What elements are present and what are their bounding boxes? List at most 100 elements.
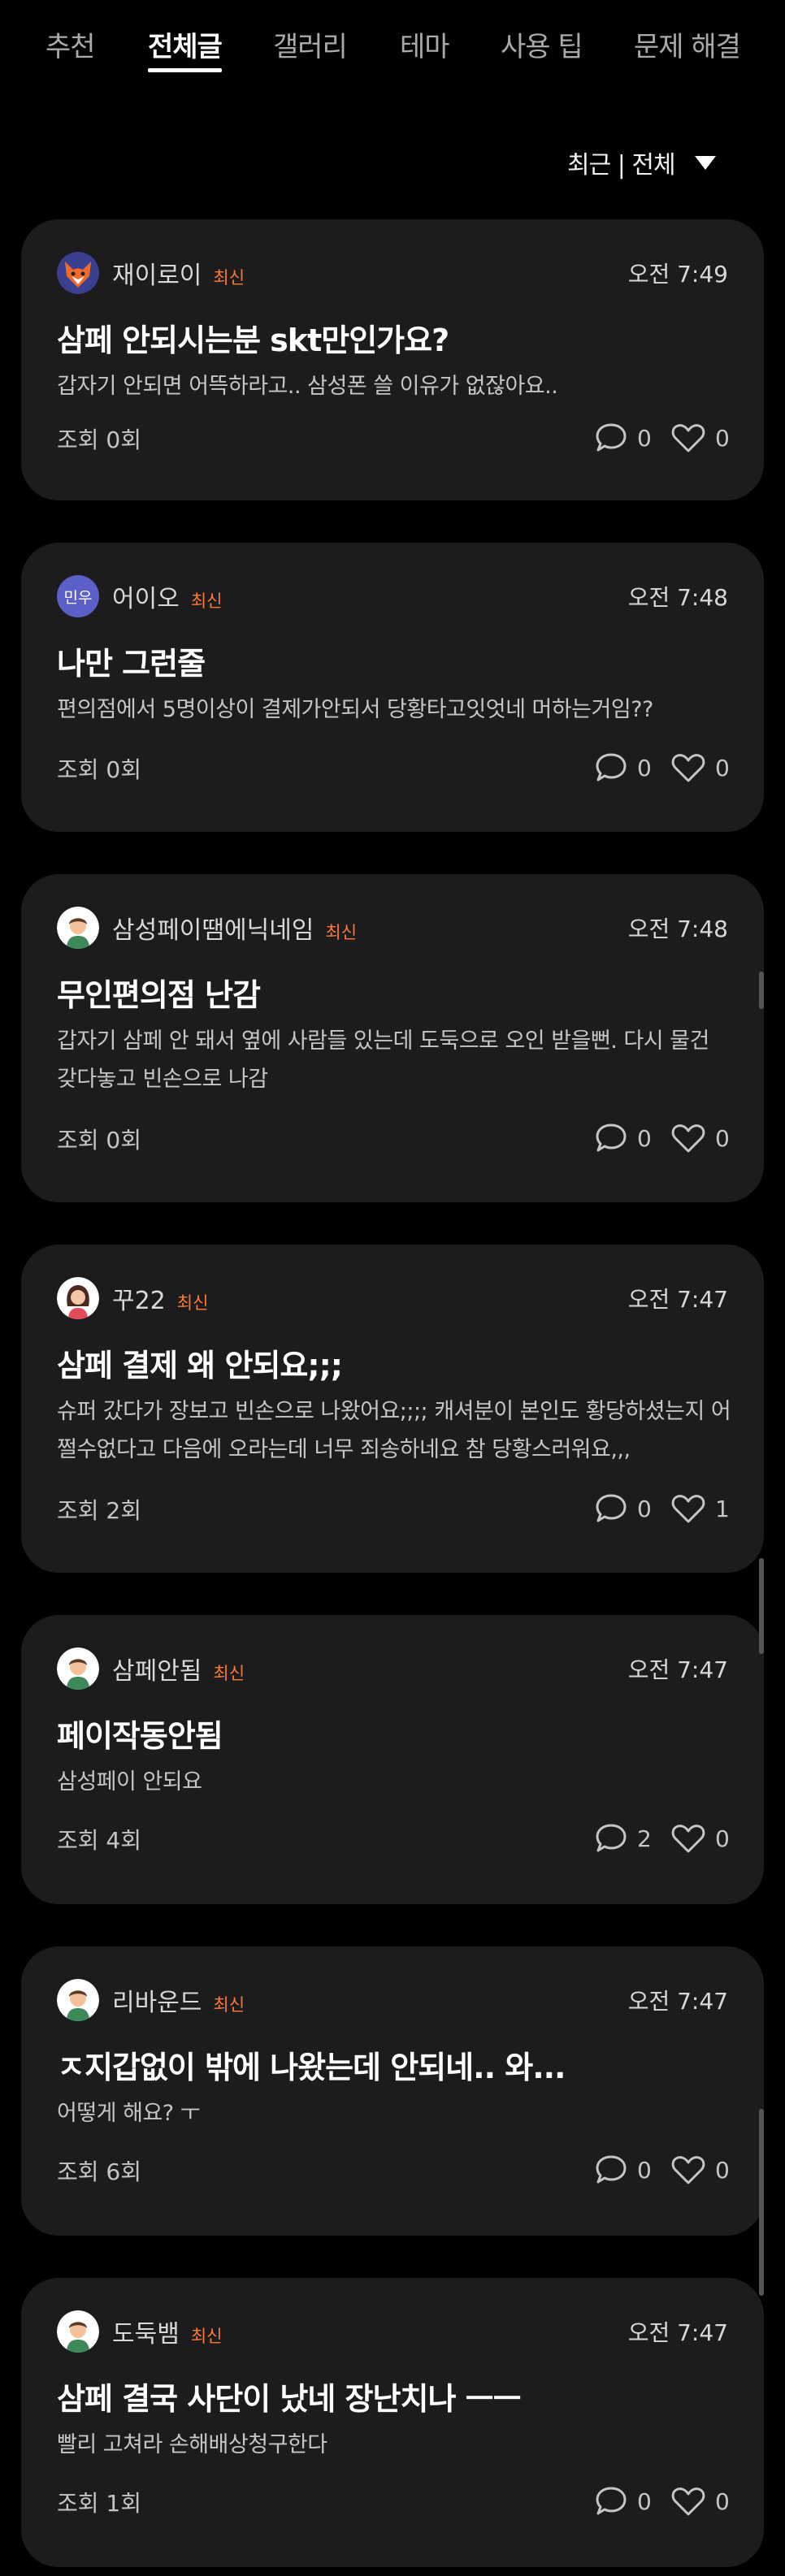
post-time: 오전 7:48: [627, 584, 728, 611]
like-count: 0: [715, 1825, 730, 1852]
new-badge: 최신: [213, 268, 245, 288]
comment-icon[interactable]: [595, 2154, 627, 2185]
post-title: 무인편의점 난감: [57, 977, 261, 1013]
post-card[interactable]: 꾸22 최신 오전 7:47 삼페 결제 왜 안되요;;; 슈퍼 갔다가 장보고 …: [21, 1245, 764, 1573]
tab-troubleshooting[interactable]: 문제 해결: [634, 24, 741, 64]
post-time: 오전 7:47: [627, 1656, 728, 1683]
initial-avatar: 민우: [57, 575, 99, 617]
heart-icon[interactable]: [671, 2486, 705, 2517]
post-preview: 삼성페이 안되요: [57, 1769, 202, 1795]
view-count: 조회 0회: [57, 756, 141, 783]
new-badge: 최신: [190, 2327, 223, 2346]
tab-gallery[interactable]: 갤러리: [273, 24, 348, 64]
comment-count: 0: [637, 2156, 652, 2184]
comment-count: 0: [637, 2487, 652, 2515]
post-time: 오전 7:47: [627, 2319, 728, 2346]
heart-icon[interactable]: [671, 1823, 705, 1854]
comment-count: 0: [637, 1495, 652, 1522]
view-count: 조회 2회: [57, 1497, 141, 1524]
scrollbar-indicator[interactable]: [759, 1558, 764, 1654]
author-name: 꾸22 최신: [112, 1287, 209, 1315]
post-stats: 0 0: [595, 1123, 730, 1154]
post-preview: 갑자기 삼페 안 돼서 옆에 사람들 있는데 도둑으로 오인 받을뻔. 다시 물…: [57, 1028, 709, 1092]
post-stats: 0 0: [595, 752, 730, 783]
view-count: 조회 1회: [57, 2490, 141, 2517]
scrollbar-indicator[interactable]: [759, 972, 764, 1009]
comment-count: 2: [637, 1825, 652, 1852]
post-card[interactable]: 민우 어이오 최신 오전 7:48 나만 그런줄 편의점에서 5명이상이 결제가안…: [21, 543, 764, 832]
new-badge: 최신: [325, 923, 358, 942]
comment-count: 0: [637, 754, 652, 781]
post-time: 오전 7:48: [627, 916, 728, 942]
post-stats: 0 1: [595, 1493, 730, 1524]
heart-icon[interactable]: [671, 752, 705, 783]
post-title: 삼페 결제 왜 안되요;;;: [57, 1348, 343, 1383]
new-badge: 최신: [213, 1995, 245, 2015]
like-count: 0: [715, 424, 730, 452]
heart-icon[interactable]: [671, 422, 705, 453]
post-card[interactable]: 재이로이 최신 오전 7:49 삼페 안되시는분 skt만인가요? 갑자기 안되면…: [21, 219, 764, 500]
like-count: 1: [715, 1495, 730, 1522]
view-count: 조회 0회: [57, 426, 141, 453]
post-card[interactable]: 도둑뱀 최신 오전 7:47 삼페 결국 사단이 났네 장난치나 ㅡㅡ 빨리 고쳐…: [21, 2278, 764, 2567]
post-stats: 0 0: [595, 2154, 730, 2185]
like-count: 0: [715, 2156, 730, 2184]
caret-down-icon: [694, 155, 716, 170]
post-time: 오전 7:47: [627, 1286, 728, 1313]
man-avatar: [57, 1979, 99, 2021]
comment-count: 0: [637, 424, 652, 452]
author-name: 도둑뱀 최신: [112, 2320, 223, 2349]
post-title: 삼페 결국 사단이 났네 장난치나 ㅡㅡ: [57, 2381, 522, 2417]
new-badge: 최신: [213, 1664, 245, 1683]
post-stats: 0 0: [595, 422, 730, 453]
post-preview: 갑자기 안되면 어뜩하라고.. 삼성폰 쓸 이유가 없잖아요..: [57, 374, 558, 399]
post-time: 오전 7:47: [627, 1988, 728, 2015]
post-stats: 0 0: [595, 2486, 730, 2517]
post-card[interactable]: 리바운드 최신 오전 7:47 ㅈ지갑없이 밖에 나왔는데 안되네.. 와... …: [21, 1946, 764, 2236]
heart-icon[interactable]: [671, 1493, 705, 1524]
comment-count: 0: [637, 1124, 652, 1152]
new-badge: 최신: [176, 1293, 209, 1313]
sort-filter-label: 최근 | 전체: [567, 151, 676, 180]
comment-icon[interactable]: [595, 1493, 627, 1524]
post-card[interactable]: 삼성페이땜에닉네임 최신 오전 7:48 무인편의점 난감 갑자기 삼페 안 돼서…: [21, 874, 764, 1202]
tab-tips[interactable]: 사용 팁: [501, 24, 583, 64]
comment-icon[interactable]: [595, 422, 627, 453]
author-name: 삼성페이땜에닉네임 최신: [112, 916, 358, 945]
comment-icon[interactable]: [595, 1123, 627, 1154]
author-name: 어이오 최신: [112, 585, 223, 613]
heart-icon[interactable]: [671, 1123, 705, 1154]
comment-icon[interactable]: [595, 1823, 627, 1854]
post-preview: 빨리 고쳐라 손해배상청구한다: [57, 2432, 327, 2457]
post-preview: 슈퍼 갔다가 장보고 빈손으로 나왔어요;;;; 캐셔분이 본인도 황당하셨는지…: [57, 1399, 731, 1462]
post-time: 오전 7:49: [627, 261, 728, 288]
post-title: 삼페 안되시는분 skt만인가요?: [57, 323, 449, 358]
man-avatar: [57, 907, 99, 949]
tab-recommended[interactable]: 추천: [46, 24, 96, 64]
post-preview: 어떻게 해요? ㅜ: [57, 2101, 201, 2126]
view-count: 조회 4회: [57, 1827, 141, 1854]
post-title: 나만 그런줄: [57, 646, 206, 682]
post-title: 페이작동안됨: [57, 1718, 223, 1754]
heart-icon[interactable]: [671, 2154, 705, 2185]
comment-icon[interactable]: [595, 2486, 627, 2517]
post-card[interactable]: 삼페안됨 최신 오전 7:47 페이작동안됨 삼성페이 안되요 조회 4회 2 0: [21, 1615, 764, 1904]
sort-filter-dropdown[interactable]: 최근 | 전체: [567, 145, 716, 180]
man-avatar: [57, 2310, 99, 2353]
like-count: 0: [715, 754, 730, 781]
author-name: 재이로이 최신: [112, 262, 245, 290]
scrollbar-indicator[interactable]: [759, 2109, 764, 2296]
author-name: 리바운드 최신: [112, 1989, 245, 2017]
view-count: 조회 0회: [57, 1127, 141, 1154]
comment-icon[interactable]: [595, 752, 627, 783]
post-title: ㅈ지갑없이 밖에 나왔는데 안되네.. 와...: [57, 2050, 566, 2085]
tab-theme[interactable]: 테마: [400, 24, 450, 64]
post-preview: 편의점에서 5명이상이 결제가안되서 당황타고잇엇네 머하는거임??: [57, 697, 653, 722]
like-count: 0: [715, 1124, 730, 1152]
man-avatar: [57, 1647, 99, 1690]
post-stats: 2 0: [595, 1823, 730, 1854]
tab-all-posts[interactable]: 전체글: [148, 24, 223, 72]
category-tabs: 추천 전체글 갤러리 테마 사용 팁 문제 해결: [0, 0, 785, 81]
like-count: 0: [715, 2487, 730, 2515]
new-badge: 최신: [190, 591, 223, 611]
